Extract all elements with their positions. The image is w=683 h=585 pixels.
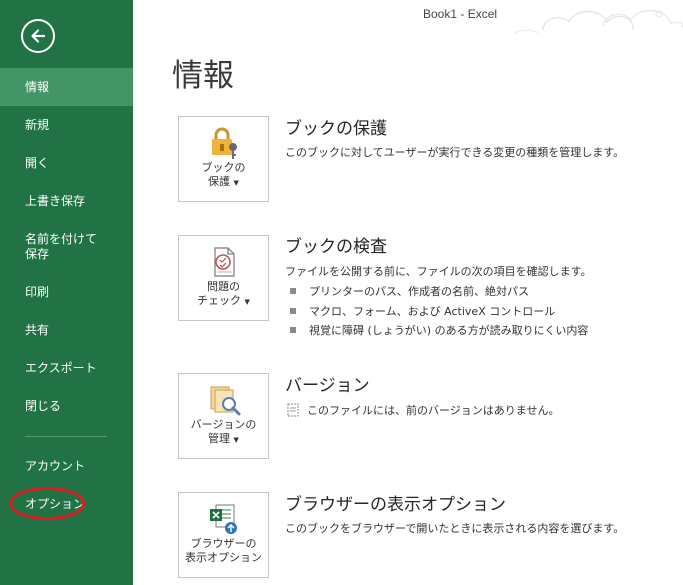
check-for-issues-label: 問題の チェック ▼	[179, 280, 268, 309]
back-arrow-icon	[31, 29, 46, 43]
page-title: 情報	[172, 58, 234, 94]
browser-view-options-icon	[210, 504, 237, 534]
versions-title: バージョン	[285, 376, 370, 396]
sidebar-item-print[interactable]: 印刷	[0, 285, 133, 300]
tile-label-line2: 表示オプション	[185, 551, 262, 564]
sidebar-item-options[interactable]: オプション	[0, 497, 133, 512]
protect-workbook-button[interactable]: ブックの 保護 ▼	[178, 116, 269, 202]
sidebar-item-share[interactable]: 共有	[0, 323, 133, 338]
sidebar-item-open[interactable]: 開く	[0, 156, 133, 171]
inspect-workbook-description: ファイルを公開する前に、ファイルの次の項目を確認します。	[285, 265, 592, 278]
manage-versions-icon	[210, 386, 241, 416]
browser-view-options-title: ブラウザーの表示オプション	[285, 495, 506, 515]
document-icon	[287, 403, 299, 417]
inspect-document-icon	[214, 247, 235, 277]
dropdown-caret-icon: ▼	[244, 298, 250, 306]
sidebar-divider	[25, 436, 107, 437]
browser-view-options-label: ブラウザーの 表示オプション	[179, 537, 268, 565]
bullet-square-icon	[290, 308, 296, 314]
bullet-square-icon	[290, 288, 296, 294]
lock-key-icon	[212, 127, 237, 159]
title-bar: Book1 - Excel	[133, 0, 683, 35]
manage-versions-button[interactable]: バージョンの 管理 ▼	[178, 373, 269, 459]
window-title: Book1 - Excel	[423, 7, 498, 21]
tile-label-line2: 管理	[208, 432, 231, 445]
inspect-workbook-title: ブックの検査	[285, 237, 387, 257]
sidebar-item-account[interactable]: アカウント	[0, 459, 133, 474]
tile-label-line2: 保護	[208, 175, 231, 188]
sidebar-item-info[interactable]: 情報	[0, 68, 133, 106]
versions-description: このファイルには、前のバージョンはありません。	[307, 404, 560, 417]
check-for-issues-button[interactable]: 問題の チェック ▼	[178, 235, 269, 321]
backstage-sidebar: 情報 新規 開く 上書き保存 名前を付けて 保存 印刷 共有 エクスポート 閉じ…	[0, 0, 133, 585]
versions-description-row: このファイルには、前のバージョンはありません。	[287, 403, 559, 418]
list-item: 視覚に障碍 (しょうがい) のある方が読み取りにくい内容	[290, 324, 588, 338]
dropdown-caret-icon: ▼	[233, 436, 239, 444]
tile-label-line1: バージョンの	[190, 418, 257, 431]
sidebar-item-export[interactable]: エクスポート	[0, 361, 133, 376]
bullet-text: マクロ、フォーム、および ActiveX コントロール	[309, 305, 556, 318]
sidebar-item-save-as[interactable]: 名前を付けて 保存	[0, 232, 133, 262]
tile-label-line1: ブックの	[201, 161, 246, 174]
manage-versions-label: バージョンの 管理 ▼	[179, 418, 268, 447]
tile-label-line1: 問題の	[207, 280, 240, 293]
list-item: プリンターのパス、作成者の名前、絶対パス	[290, 285, 529, 299]
sidebar-item-save[interactable]: 上書き保存	[0, 194, 133, 209]
tile-label-line2: チェック	[197, 294, 242, 307]
list-item: マクロ、フォーム、および ActiveX コントロール	[290, 305, 555, 319]
bullet-text: 視覚に障碍 (しょうがい) のある方が読み取りにくい内容	[309, 324, 589, 337]
protect-workbook-description: このブックに対してユーザーが実行できる変更の種類を管理します。	[285, 146, 625, 159]
bullet-text: プリンターのパス、作成者の名前、絶対パス	[309, 285, 529, 298]
cloud-decoration-icon	[512, 10, 683, 35]
back-button[interactable]	[21, 19, 55, 53]
browser-view-options-description: このブックをブラウザーで開いたときに表示される内容を選びます。	[285, 522, 625, 535]
protect-workbook-title: ブックの保護	[285, 119, 387, 139]
sidebar-item-new[interactable]: 新規	[0, 118, 133, 133]
bullet-square-icon	[290, 327, 296, 333]
dropdown-caret-icon: ▼	[233, 179, 239, 187]
protect-workbook-label: ブックの 保護 ▼	[179, 161, 268, 190]
sidebar-item-close[interactable]: 閉じる	[0, 399, 133, 414]
tile-label-line1: ブラウザーの	[190, 537, 257, 550]
browser-view-options-button[interactable]: ブラウザーの 表示オプション	[178, 492, 269, 578]
